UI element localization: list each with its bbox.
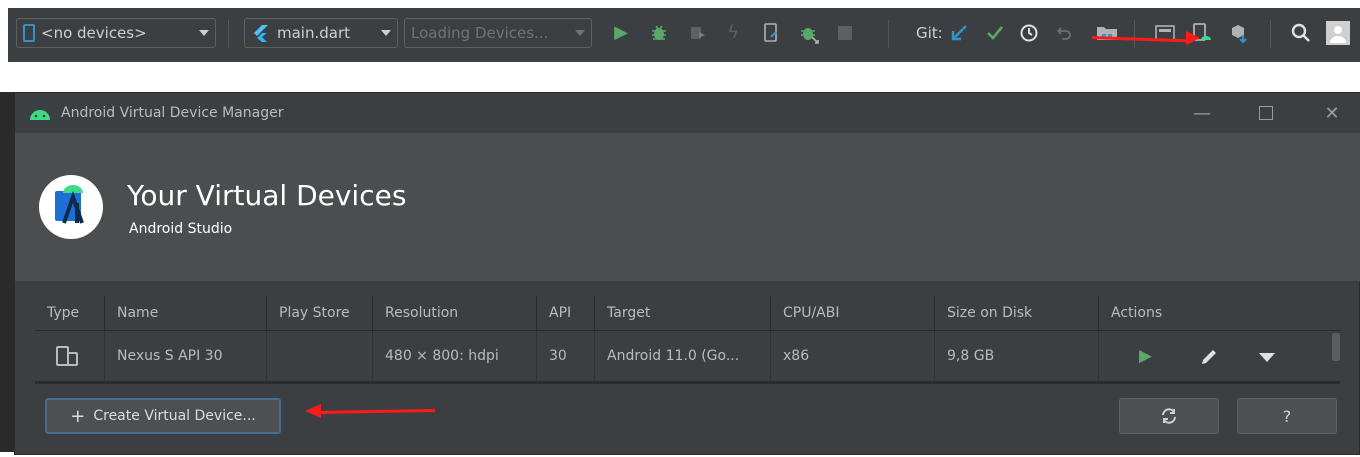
run-config-selector[interactable]: main.dart [244,18,398,48]
git-history-icon[interactable] [1018,22,1040,44]
project-structure-icon[interactable] [1096,22,1118,44]
toolbar-panel: <no devices> main.dart Loading Devices..… [8,8,1360,62]
header-subtitle: Android Studio [129,221,233,237]
chevron-down-icon [575,30,585,36]
debug-icon[interactable] [648,22,670,44]
dialog-header: Your Virtual Devices Android Studio [15,133,1360,281]
column-header-api[interactable]: API [537,296,595,330]
column-header-resolution[interactable]: Resolution [373,296,537,330]
git-commit-icon[interactable] [984,22,1006,44]
toolbar-separator [1270,20,1271,48]
device-selector-label: <no devices> [41,24,147,42]
play-store-cell [267,331,373,381]
plugins-icon[interactable] [1228,22,1250,44]
loading-devices-label: Loading Devices... [411,24,549,42]
column-header-size[interactable]: Size on Disk [935,296,1099,330]
column-header-target[interactable]: Target [595,296,771,330]
maximize-icon[interactable] [1253,101,1279,125]
dialog-titlebar: Android Virtual Device Manager — ✕ [15,93,1360,133]
stop-icon[interactable] [834,22,856,44]
devices-table: Type Name Play Store Resolution API Targ… [35,296,1340,384]
chevron-down-icon [199,30,209,36]
refresh-button[interactable] [1119,398,1219,434]
plus-icon: + [70,405,86,427]
column-header-play-store[interactable]: Play Store [267,296,373,330]
size-cell: 9,8 GB [935,331,1099,381]
target-cell: Android 11.0 (Go... [595,331,771,381]
android-icon [30,110,50,120]
table-row[interactable]: Nexus S API 30 480 × 800: hdpi 30 Androi… [35,331,1340,381]
editor-background [0,92,14,452]
api-cell: 30 [537,331,595,381]
table-header: Type Name Play Store Resolution API Targ… [35,296,1340,331]
create-virtual-device-button[interactable]: + Create Virtual Device... [45,398,281,434]
annotation-arrow-head [305,404,321,418]
header-title: Your Virtual Devices [127,179,407,212]
device-name-cell: Nexus S API 30 [105,331,267,381]
android-studio-logo [39,175,103,239]
dialog-title: Android Virtual Device Manager [61,105,284,121]
git-rollback-icon[interactable] [1052,22,1074,44]
edit-pencil-icon[interactable] [1199,347,1219,367]
table-scrollbar[interactable] [1332,333,1340,361]
close-icon[interactable]: ✕ [1319,101,1345,125]
annotation-arrow [314,408,436,415]
column-header-type[interactable]: Type [35,296,105,330]
git-update-icon[interactable] [948,22,970,44]
column-header-actions: Actions [1111,305,1163,321]
git-label: Git: [916,24,943,42]
search-icon[interactable] [1290,22,1312,44]
chevron-down-icon[interactable] [1259,353,1275,362]
flutter-icon [254,25,268,42]
column-header-name[interactable]: Name [105,296,267,330]
phone-icon [23,24,35,42]
phone-tablet-icon [56,346,78,366]
main-toolbar: <no devices> main.dart Loading Devices..… [0,0,1360,62]
hot-reload-icon[interactable]: ϟ [722,22,744,44]
device-type-cell [35,331,105,381]
launch-device-icon[interactable]: ▶ [1139,331,1152,381]
minimize-icon[interactable]: — [1189,101,1215,125]
avd-manager-dialog: Android Virtual Device Manager — ✕ Your … [14,92,1360,455]
run-icon[interactable]: ▶ [610,22,632,44]
create-button-label: Create Virtual Device... [93,408,256,424]
column-header-cpu-abi[interactable]: CPU/ABI [771,296,935,330]
profile-icon[interactable] [686,22,708,44]
toolbar-separator [228,20,229,48]
run-config-label: main.dart [277,24,351,42]
annotation-arrow-head [1186,31,1200,45]
actions-cell: ▶ [1099,331,1340,381]
device-file-icon[interactable] [760,22,782,44]
resolution-cell: 480 × 800: hdpi [373,331,537,381]
refresh-icon [1162,408,1176,424]
device-selector[interactable]: <no devices> [16,18,216,48]
attach-debugger-icon[interactable] [798,22,820,44]
loading-devices-combo[interactable]: Loading Devices... [404,18,592,48]
avatar[interactable] [1326,21,1350,45]
toolbar-separator [888,20,889,48]
chevron-down-icon [381,30,391,36]
toolbar-separator [1134,20,1135,48]
help-button[interactable]: ? [1237,398,1337,434]
cpu-abi-cell: x86 [771,331,935,381]
